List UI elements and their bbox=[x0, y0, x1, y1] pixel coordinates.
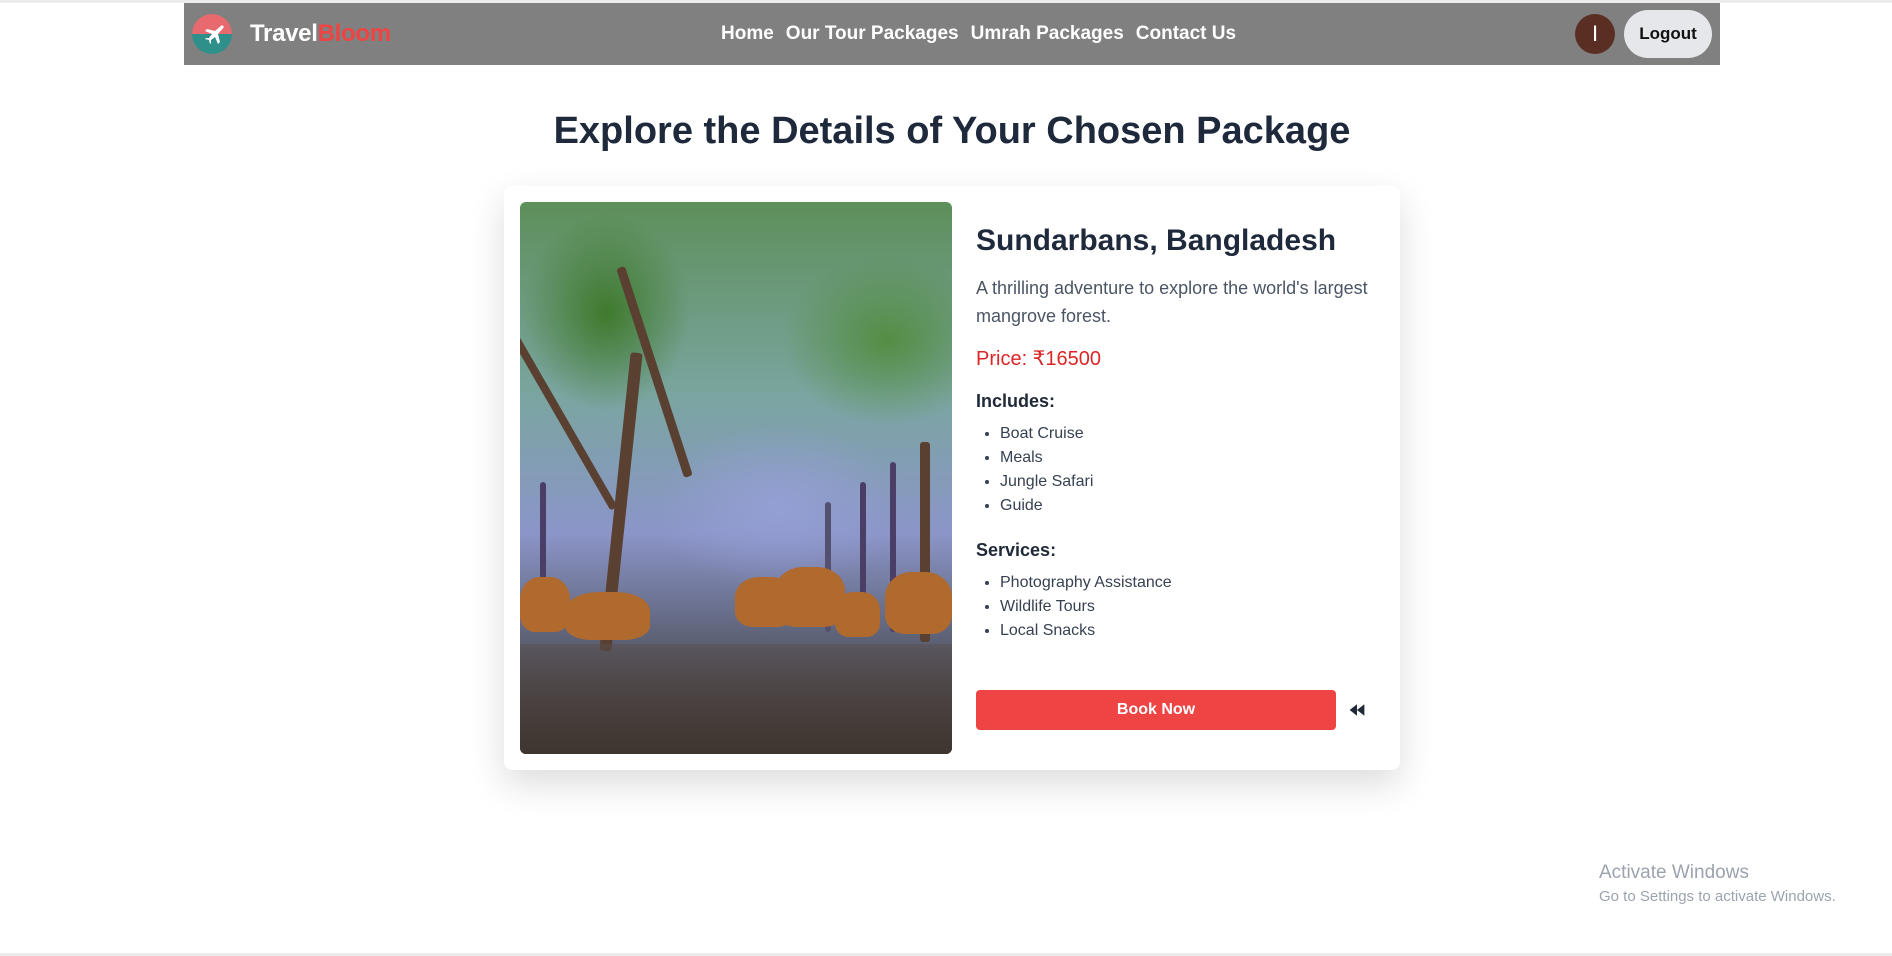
page-title: Explore the Details of Your Chosen Packa… bbox=[553, 110, 1351, 152]
list-item: Meals bbox=[1000, 446, 1376, 470]
list-item: Photography Assistance bbox=[1000, 571, 1376, 595]
includes-heading: Includes: bbox=[976, 391, 1056, 411]
airplane-icon bbox=[205, 25, 224, 44]
list-item: Local Snacks bbox=[1000, 619, 1376, 643]
nav-contact-us[interactable]: Contact Us bbox=[1136, 23, 1236, 45]
brand-name-part1: Travel bbox=[250, 20, 318, 47]
travel-logo-icon bbox=[192, 14, 232, 54]
services-heading: Services: bbox=[976, 540, 1057, 560]
services-list: Photography Assistance Wildlife Tours Lo… bbox=[976, 571, 1376, 643]
list-item: Jungle Safari bbox=[1000, 470, 1376, 494]
logout-button[interactable]: Logout bbox=[1624, 10, 1712, 58]
package-details: Sundarbans, Bangladesh A thrilling adven… bbox=[976, 224, 1376, 665]
list-item: Guide bbox=[1000, 494, 1376, 518]
watermark-subtitle: Go to Settings to activate Windows. bbox=[1599, 888, 1836, 905]
package-image bbox=[520, 202, 952, 754]
user-avatar[interactable]: I bbox=[1575, 14, 1615, 54]
package-price: Price: ₹16500 bbox=[976, 348, 1102, 370]
package-card: Sundarbans, Bangladesh A thrilling adven… bbox=[504, 186, 1400, 770]
list-item: Boat Cruise bbox=[1000, 422, 1376, 446]
nav-umrah-packages[interactable]: Umrah Packages bbox=[971, 23, 1124, 45]
navbar: TravelBloom Home Our Tour Packages Umrah… bbox=[184, 3, 1720, 65]
package-name: Sundarbans, Bangladesh bbox=[976, 224, 1337, 257]
brand[interactable]: TravelBloom bbox=[192, 14, 391, 54]
package-description: A thrilling adventure to explore the wor… bbox=[976, 278, 1368, 326]
package-actions: Book Now bbox=[976, 690, 1368, 730]
brand-name-part2: Bloom bbox=[317, 20, 391, 47]
back-arrow-icon[interactable] bbox=[1346, 699, 1368, 721]
book-now-button[interactable]: Book Now bbox=[976, 690, 1336, 730]
watermark-title: Activate Windows bbox=[1599, 862, 1749, 883]
main-nav: Home Our Tour Packages Umrah Packages Co… bbox=[721, 3, 1248, 65]
brand-name: TravelBloom bbox=[250, 20, 391, 48]
nav-home[interactable]: Home bbox=[721, 23, 774, 45]
list-item: Wildlife Tours bbox=[1000, 595, 1376, 619]
includes-list: Boat Cruise Meals Jungle Safari Guide bbox=[976, 422, 1376, 518]
windows-activation-watermark: Activate Windows Go to Settings to activ… bbox=[1599, 862, 1836, 905]
nav-tour-packages[interactable]: Our Tour Packages bbox=[786, 23, 959, 45]
